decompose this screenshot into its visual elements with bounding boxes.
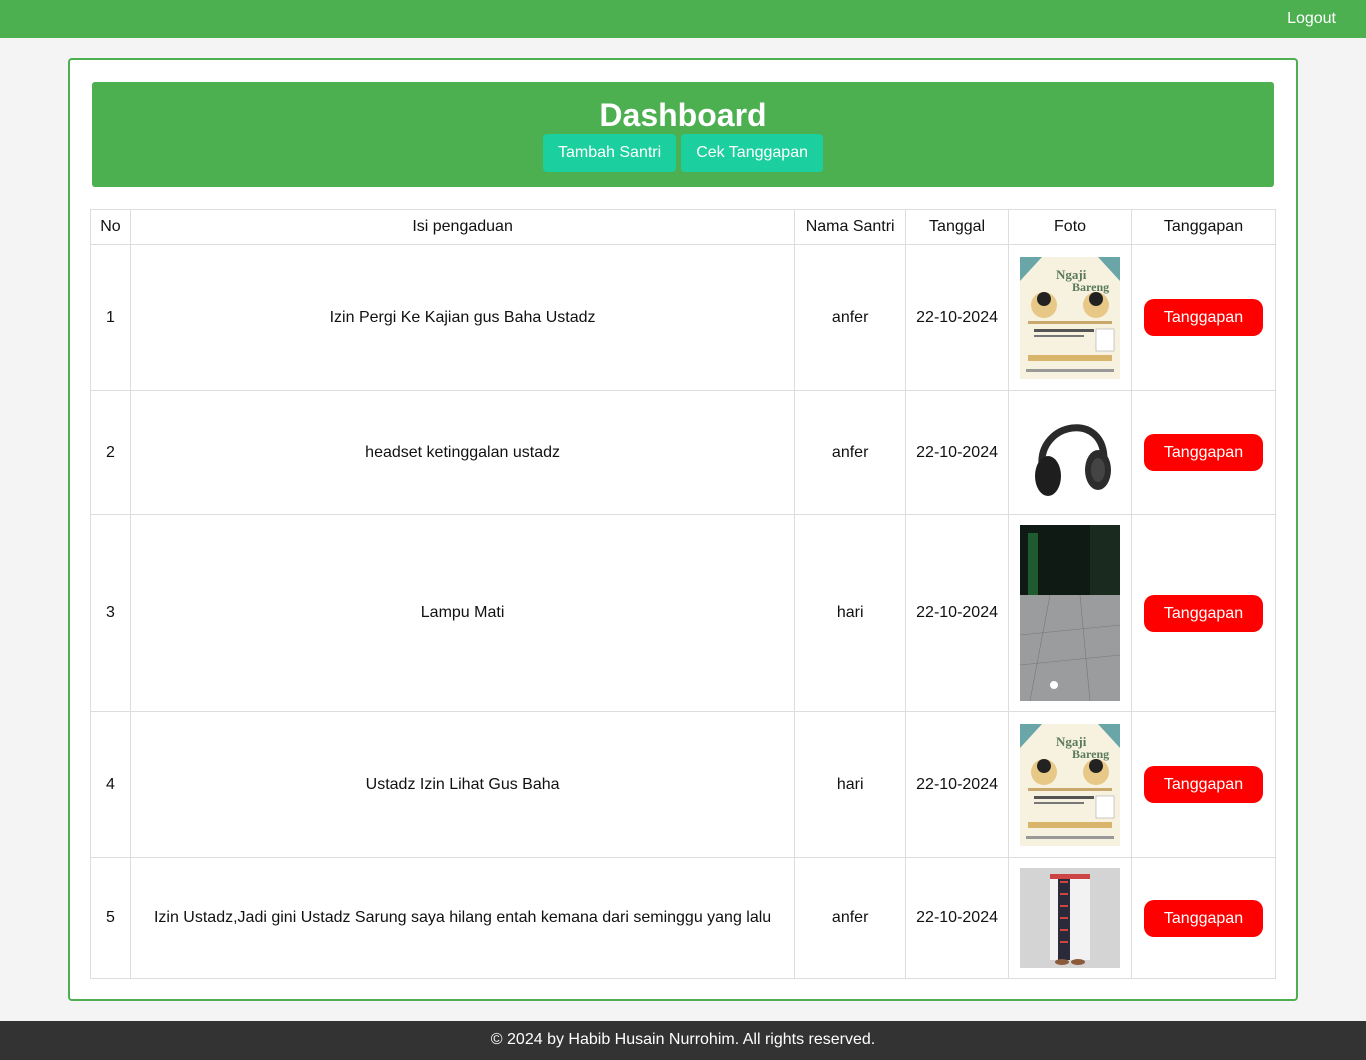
cell-tanggal: 22-10-2024 <box>905 711 1010 858</box>
poster-subtitle: Bareng <box>1072 747 1109 761</box>
column-header-no: No <box>90 209 131 245</box>
table-row: 4 Ustadz Izin Lihat Gus Baha hari 22-10-… <box>90 711 1276 858</box>
copyright-text: © 2024 by Habib Husain Nurrohim. All rig… <box>490 1031 876 1048</box>
column-header-tanggapan: Tanggapan <box>1131 209 1276 245</box>
poster-image: Ngaji Bareng <box>1020 256 1121 379</box>
tanggapan-button[interactable]: Tanggapan <box>1144 766 1263 803</box>
table-row: 3 Lampu Mati hari 22-10-2024 Tanggapan <box>90 514 1276 712</box>
column-header-nama: Nama Santri <box>794 209 907 245</box>
header-buttons: Tambah Santri Cek Tanggapan <box>92 134 1274 172</box>
cell-tanggal: 22-10-2024 <box>905 514 1010 712</box>
tanggapan-button[interactable]: Tanggapan <box>1144 434 1263 471</box>
cell-no: 5 <box>90 857 131 979</box>
headphone-image <box>1020 399 1121 506</box>
cell-nama: anfer <box>794 390 907 515</box>
cell-tanggapan: Tanggapan <box>1131 711 1276 858</box>
column-header-tanggal: Tanggal <box>905 209 1010 245</box>
cell-nama: anfer <box>794 857 907 979</box>
cell-foto <box>1008 514 1133 712</box>
dashboard-header: Dashboard Tambah Santri Cek Tanggapan <box>92 82 1274 187</box>
cell-tanggapan: Tanggapan <box>1131 857 1276 979</box>
cell-tanggal: 22-10-2024 <box>905 390 1010 515</box>
cell-isi: Izin Pergi Ke Kajian gus Baha Ustadz <box>129 244 796 391</box>
logout-link[interactable]: Logout <box>1287 10 1336 28</box>
cell-tanggal: 22-10-2024 <box>905 857 1010 979</box>
cell-isi: Ustadz Izin Lihat Gus Baha <box>129 711 796 858</box>
hallway-image <box>1020 525 1121 701</box>
cell-isi: Izin Ustadz,Jadi gini Ustadz Sarung saya… <box>129 857 796 979</box>
cell-no: 2 <box>90 390 131 515</box>
footer: © 2024 by Habib Husain Nurrohim. All rig… <box>0 1021 1366 1060</box>
table-header-row: No Isi pengaduan Nama Santri Tanggal Fot… <box>90 209 1276 245</box>
poster-subtitle: Bareng <box>1072 280 1109 294</box>
cell-isi: Lampu Mati <box>129 514 796 712</box>
cell-foto: Ngaji Bareng <box>1008 711 1133 858</box>
cell-tanggapan: Tanggapan <box>1131 514 1276 712</box>
table-row: 2 headset ketinggalan ustadz anfer 22-10… <box>90 390 1276 515</box>
table-row: 5 Izin Ustadz,Jadi gini Ustadz Sarung sa… <box>90 857 1276 979</box>
cell-nama: hari <box>794 514 907 712</box>
tanggapan-button[interactable]: Tanggapan <box>1144 299 1263 336</box>
column-header-isi: Isi pengaduan <box>129 209 796 245</box>
cell-nama: anfer <box>794 244 907 391</box>
cek-tanggapan-button[interactable]: Cek Tanggapan <box>681 134 823 172</box>
page-title: Dashboard <box>599 97 767 133</box>
cell-tanggapan: Tanggapan <box>1131 390 1276 515</box>
sarong-image <box>1020 868 1121 968</box>
table-row: 1 Izin Pergi Ke Kajian gus Baha Ustadz a… <box>90 244 1276 391</box>
tanggapan-button[interactable]: Tanggapan <box>1144 594 1263 632</box>
cell-no: 4 <box>90 711 131 858</box>
tambah-santri-button[interactable]: Tambah Santri <box>543 134 677 172</box>
cell-foto <box>1008 390 1133 515</box>
cell-isi: headset ketinggalan ustadz <box>129 390 796 515</box>
cell-no: 1 <box>90 244 131 391</box>
cell-no: 3 <box>90 514 131 712</box>
tanggapan-button[interactable]: Tanggapan <box>1144 899 1263 937</box>
column-header-foto: Foto <box>1008 209 1133 245</box>
cell-foto <box>1008 857 1133 979</box>
cell-nama: hari <box>794 711 907 858</box>
cell-tanggapan: Tanggapan <box>1131 244 1276 391</box>
cell-foto: Ngaji Bareng <box>1008 244 1133 391</box>
cell-tanggal: 22-10-2024 <box>905 244 1010 391</box>
top-navbar: Logout <box>0 0 1366 38</box>
dashboard-container: Dashboard Tambah Santri Cek Tanggapan No… <box>68 58 1298 1001</box>
poster-image: Ngaji Bareng <box>1020 723 1121 846</box>
complaints-table: No Isi pengaduan Nama Santri Tanggal Fot… <box>90 209 1276 979</box>
